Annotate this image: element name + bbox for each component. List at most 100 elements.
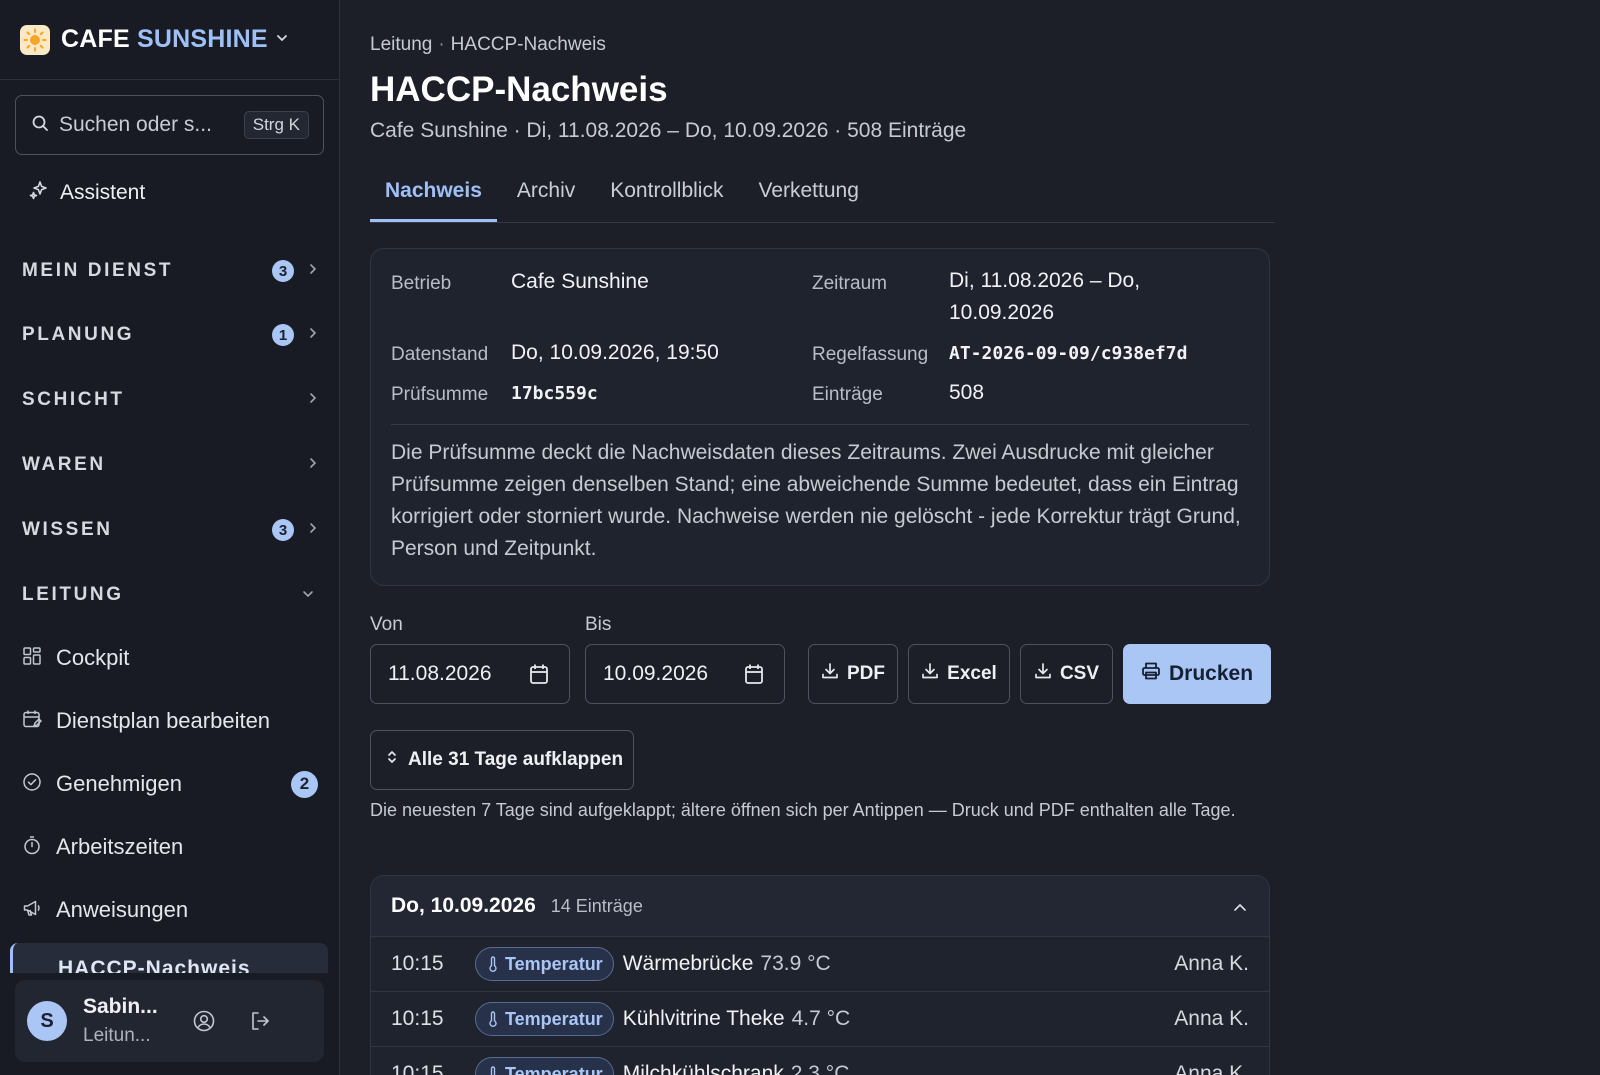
download-icon — [921, 662, 947, 686]
calendar-edit-icon — [22, 709, 43, 734]
sidebar-item-dienstplan[interactable]: Dienstplan bearbeiten — [22, 701, 318, 741]
category-tag: Temperatur — [475, 1057, 614, 1075]
section-label: PLANUNG — [22, 324, 135, 345]
chevron-up-icon[interactable] — [1233, 900, 1247, 918]
chevron-right-icon — [308, 456, 318, 474]
category-tag: Temperatur — [475, 1002, 614, 1036]
entry-time: 10:15 — [391, 1062, 444, 1075]
expand-all-button[interactable]: Alle 31 Tage aufklappen — [370, 730, 634, 790]
sidebar-item-haccp[interactable]: HACCP-Nachweis — [10, 943, 328, 973]
section-label: WAREN — [22, 454, 106, 475]
report-info-card: Betrieb Cafe Sunshine Zeitraum Di, 11.08… — [370, 248, 1270, 586]
entry-time: 10:15 — [391, 1007, 444, 1030]
sidebar-section-schicht[interactable]: SCHICHT — [22, 385, 318, 415]
tab-verkettung[interactable]: Verkettung — [743, 170, 873, 222]
list-item[interactable]: 10:15 Temperatur Milchkühlschrank 2.3 °C… — [371, 1047, 1269, 1075]
category-tag-label: Temperatur — [505, 1063, 603, 1075]
search-input[interactable]: Suchen oder s... Strg K — [15, 95, 324, 155]
export-pdf-label: PDF — [847, 663, 885, 684]
expand-all-label: Alle 31 Tage aufklappen — [408, 749, 624, 770]
von-date-value: 11.08.2026 — [388, 662, 492, 685]
section-label: MEIN DIENST — [22, 260, 174, 281]
logout-icon[interactable] — [245, 1009, 275, 1033]
sidebar-item-cockpit[interactable]: Cockpit — [22, 638, 318, 678]
sidebar-section-planung[interactable]: PLANUNG 1 — [22, 320, 318, 350]
calendar-icon[interactable] — [529, 663, 549, 691]
betrieb-value: Cafe Sunshine — [511, 270, 649, 293]
chevron-down-icon — [302, 586, 314, 604]
eintraege-label: Einträge — [812, 384, 883, 405]
count-badge: 3 — [272, 260, 294, 282]
chevron-right-icon — [308, 391, 318, 409]
datenstand-value: Do, 10.09.2026, 19:50 — [511, 341, 719, 364]
sidebar-item-label: Dienstplan bearbeiten — [56, 708, 271, 733]
section-label: LEITUNG — [22, 584, 124, 605]
day-group-header[interactable]: Do, 10.09.2026 14 Einträge — [371, 876, 1269, 937]
sidebar: CAFE SUNSHINE Suchen oder s... Strg K As… — [0, 0, 340, 1075]
assistant-button[interactable]: Assistent — [29, 180, 145, 205]
assistant-label: Assistent — [60, 180, 146, 204]
pruefsumme-value: 17bc559c — [511, 383, 598, 404]
search-shortcut: Strg K — [243, 111, 309, 139]
tab-archiv[interactable]: Archiv — [502, 170, 590, 222]
entry-name: Kühlvitrine Theke — [622, 1007, 785, 1030]
sidebar-section-mein-dienst[interactable]: MEIN DIENST 3 — [22, 256, 318, 286]
count-badge: 2 — [291, 770, 318, 798]
day-group: Do, 10.09.2026 14 Einträge 10:15 Tempera… — [370, 875, 1270, 1075]
check-circle-icon — [22, 772, 42, 797]
entry-user: Anna K. — [1174, 1007, 1249, 1030]
sidebar-section-waren[interactable]: WAREN — [22, 450, 318, 480]
list-item[interactable]: 10:15 Temperatur Kühlvitrine Theke 4.7 °… — [371, 992, 1269, 1047]
list-item[interactable]: 10:15 Temperatur Wärmebrücke 73.9 °C Ann… — [371, 937, 1269, 992]
regelfassung-value: AT-2026-09-09/c938ef7d — [949, 343, 1188, 364]
export-csv-button[interactable]: CSV — [1020, 644, 1113, 704]
megaphone-icon — [22, 898, 42, 923]
sidebar-section-wissen[interactable]: WISSEN 3 — [22, 515, 318, 545]
von-label: Von — [370, 614, 403, 635]
search-icon — [31, 114, 49, 137]
sidebar-item-label: Anweisungen — [56, 897, 189, 922]
entry-name: Milchkühlschrank — [622, 1062, 784, 1075]
divider — [391, 424, 1249, 425]
profile-icon[interactable] — [189, 1009, 219, 1033]
sidebar-item-genehmigen[interactable]: Genehmigen 2 — [22, 764, 318, 804]
sidebar-section-leitung[interactable]: LEITUNG — [22, 580, 318, 610]
printer-icon — [1141, 661, 1169, 687]
brand-switcher[interactable]: CAFE SUNSHINE — [0, 0, 339, 80]
entry-user: Anna K. — [1174, 1062, 1249, 1075]
von-date-input[interactable]: 11.08.2026 — [370, 644, 570, 704]
export-excel-label: Excel — [947, 663, 997, 684]
expand-vertical-icon — [386, 749, 408, 771]
section-label: SCHICHT — [22, 389, 125, 410]
expand-hint: Die neuesten 7 Tage sind aufgeklappt; äl… — [370, 800, 1236, 820]
bis-date-input[interactable]: 10.09.2026 — [585, 644, 785, 704]
day-date: Do, 10.09.2026 — [391, 894, 536, 917]
entry-value: 2.3 °C — [790, 1062, 850, 1075]
calendar-icon[interactable] — [744, 663, 764, 691]
checksum-note: Die Prüfsumme deckt die Nachweisdaten di… — [391, 441, 1241, 560]
sidebar-item-label: Cockpit — [56, 645, 130, 670]
export-pdf-button[interactable]: PDF — [808, 644, 898, 704]
thermometer-icon — [490, 1066, 496, 1075]
download-icon — [821, 662, 847, 686]
entry-value: 73.9 °C — [760, 952, 831, 975]
grid-icon — [22, 646, 42, 671]
breadcrumb-item[interactable]: Leitung — [370, 34, 432, 55]
sparkle-icon — [29, 180, 49, 205]
thermometer-icon — [489, 956, 497, 972]
print-button[interactable]: Drucken — [1123, 644, 1271, 704]
sidebar-item-arbeitszeiten[interactable]: Arbeitszeiten — [22, 827, 318, 867]
regelfassung-label: Regelfassung — [812, 344, 929, 365]
sidebar-item-anweisungen[interactable]: Anweisungen — [22, 890, 318, 930]
user-role: Leitun... — [83, 1025, 151, 1046]
page-title: HACCP-Nachweis — [370, 70, 668, 109]
entry-value: 4.7 °C — [791, 1007, 851, 1030]
tab-kontrollblick[interactable]: Kontrollblick — [595, 170, 738, 222]
sidebar-item-label: Genehmigen — [56, 771, 182, 796]
export-excel-button[interactable]: Excel — [908, 644, 1010, 704]
print-label: Drucken — [1168, 662, 1254, 685]
search-placeholder: Suchen oder s... — [59, 113, 212, 136]
tab-nachweis[interactable]: Nachweis — [370, 170, 497, 222]
day-entry-count: 14 Einträge — [550, 895, 643, 916]
breadcrumb: Leitung · HACCP-Nachweis — [370, 34, 606, 55]
